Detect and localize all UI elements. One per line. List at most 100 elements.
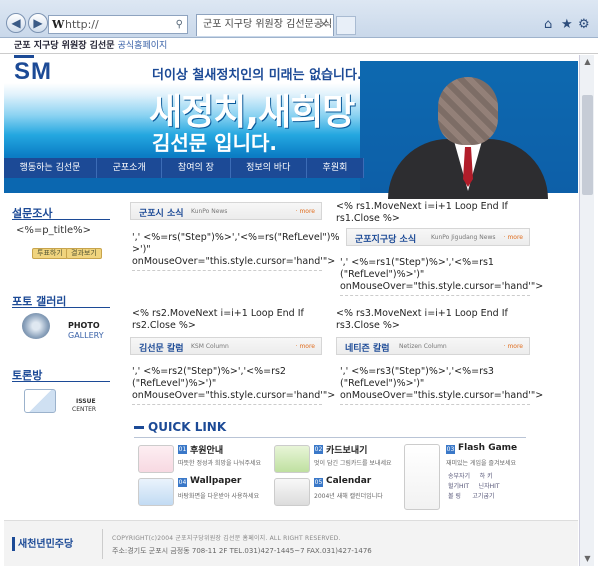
logo[interactable]: SM [14,55,52,86]
game-list: 송부자기 하 키 헐기HIT 닌자HIT 볼 링 고기굽기 [448,472,500,502]
quick-num: 01 [178,445,187,454]
candidate-photo [360,61,578,199]
quick-link-calendar[interactable]: Calendar [326,476,371,486]
game-item[interactable]: 볼 링 [448,493,461,500]
slogan: 더이상 철새정치인의 미래는 없습니다. [152,68,362,83]
forward-button[interactable]: ▶ [28,13,48,33]
divider [340,295,530,296]
new-tab-button[interactable] [336,16,356,35]
box-subtitle: KunPo Jigudang News [431,234,496,241]
browser-tab[interactable]: 군포 지구당 위원장 김선문공식... × [196,14,334,36]
more-link[interactable]: · more [504,343,523,350]
tab-title: 군포 지구당 위원장 김선문공식... [203,19,334,30]
quick-num: 04 [178,478,187,487]
nav-item-gunpo[interactable]: 군포소개 [97,158,163,178]
film-reel-icon[interactable] [22,313,50,339]
box-header: 네티즌 칼럼 Netizen Column · more [336,337,530,355]
game-character-icon[interactable] [404,444,440,510]
code-line: onMouseOver="this.style.cursor='hand'"> [132,256,336,267]
nav-item-activity[interactable]: 행동하는 김선문 [4,158,98,178]
address-bar[interactable]: W http:// ⚲ [48,15,188,34]
box-header: 김선문 칼럼 KSM Column · more [130,337,322,355]
address-text: 주소:경기도 군포시 금정동 708-11 2F TEL.031)427-144… [112,547,372,555]
code-line: onMouseOver="this.style.cursor='hand'"> [132,390,336,401]
close-icon[interactable]: × [320,15,328,35]
divider [12,219,110,220]
back-button[interactable]: ◀ [6,13,26,33]
news-box-jigudang: 군포지구당 소식 KunPo Jigudang News · more [346,228,530,246]
scrollbar[interactable]: ▲ ▼ [579,55,594,566]
more-link[interactable]: · more [296,343,315,350]
window-title: 군포 지구당 위원장 김선문 [14,41,115,51]
quick-link-card[interactable]: 카드보내기 [326,443,367,456]
column-box-netizen: 네티즌 칼럼 Netizen Column · more [336,337,530,355]
photo-face-blurred [438,77,498,145]
site-favicon-icon: W [52,18,65,31]
game-item[interactable]: 헐기HIT [448,483,469,490]
column-box-ksm: 김선문 칼럼 KSM Column · more [130,337,322,355]
browser-chrome: ◀ ▶ W http:// ⚲ 군포 지구당 위원장 김선문공식... × ⌂ … [0,0,598,38]
box-header: 군포시 소식 KunPo News · more [130,202,322,220]
divider [132,404,322,405]
box-header: 군포지구당 소식 KunPo Jigudang News · more [346,228,530,246]
monitor-icon[interactable] [138,478,174,506]
copyright-text: COPYRIGHT(c)2004 군포지구당위원장 김선문 홈페이지. ALL … [112,535,341,542]
card-icon[interactable] [274,445,310,473]
game-item[interactable]: 고기굽기 [472,493,494,500]
envelope-icon[interactable] [24,389,56,413]
gallery-label[interactable]: PHOTO [68,321,100,330]
box-subtitle: KSM Column [191,343,229,350]
quick-num: 05 [314,478,323,487]
party-logo[interactable]: 새천년민주당 [12,535,73,551]
nav-item-participation[interactable]: 참여의 장 [162,158,231,178]
code-line: ',' <%=rs("Step")%>','<%=rs("RefLevel")% [132,232,340,243]
game-item[interactable]: 닌자HIT [479,483,500,490]
footer: 새천년민주당 COPYRIGHT(c)2004 군포지구당위원장 김선문 홈페이… [4,520,578,566]
box-title: 김선문 칼럼 [139,344,184,354]
calendar-icon[interactable] [274,478,310,506]
divider [340,404,530,405]
more-link[interactable]: · more [296,208,315,215]
quick-link-support[interactable]: 후원안내 [190,443,223,456]
quick-desc: 따뜻한 정성과 희망을 나눠주세요 [178,460,262,467]
star-icon[interactable]: ★ [561,17,573,32]
gear-icon[interactable]: ⚙ [578,17,590,32]
home-icon[interactable]: ⌂ [544,17,552,32]
box-title: 군포지구당 소식 [355,235,417,245]
main-nav: 행동하는 김선문 군포소개 참여의 장 정보의 바다 후원회 [4,158,364,178]
more-link[interactable]: · more [504,234,523,241]
window-subtitle: 공식홈페이지 [117,41,168,51]
divider [12,307,110,308]
scroll-thumb[interactable] [582,95,593,195]
quick-num: 03 [446,445,455,454]
page-content: SM 더이상 철새정치인의 미래는 없습니다. 새정치,새희망 김선문 입니다.… [4,55,578,566]
box-subtitle: KunPo News [191,208,228,215]
code-line: onMouseOver="this.style.cursor='hand'"> [340,390,544,401]
quick-desc: 2004년 새해 캘린더입니다 [314,493,383,500]
code-line: rs3.Close %> [336,320,400,331]
scroll-down-icon[interactable]: ▼ [580,552,595,566]
quick-num: 02 [314,445,323,454]
support-icon[interactable] [138,445,174,473]
vote-button[interactable]: 투표하기 [32,248,68,259]
quick-desc: 재미있는 게임을 즐겨보세요 [446,460,517,467]
nav-item-support[interactable]: 후원회 [307,158,364,178]
nav-item-info[interactable]: 정보의 바다 [231,158,307,178]
quick-link-wallpaper[interactable]: Wallpaper [190,476,241,486]
divider [102,529,103,559]
gallery-label-2[interactable]: GALLERY [68,331,104,340]
scroll-up-icon[interactable]: ▲ [580,55,595,69]
search-icon[interactable]: ⚲ [176,16,183,33]
box-title: 군포시 소식 [139,209,184,219]
results-button[interactable]: 결과보기 [66,248,102,259]
subhead: 김선문 입니다. [152,131,277,155]
banner: SM 더이상 철새정치인의 미래는 없습니다. 새정치,새희망 김선문 입니다.… [4,55,578,199]
issue-label[interactable]: ISSUE [76,398,96,405]
poll-value: <%=p_title%> [16,225,92,236]
game-item[interactable]: 송부자기 [448,473,470,480]
box-subtitle: Netizen Column [399,343,447,350]
quick-link-flash-game[interactable]: Flash Game [458,443,517,453]
issue-label-2[interactable]: CENTER [72,406,96,413]
game-item[interactable]: 하 키 [480,473,493,480]
sidebar: 설문조사 <%=p_title%> 투표하기 결과보기 포토 갤러리 PHOTO… [4,195,116,565]
